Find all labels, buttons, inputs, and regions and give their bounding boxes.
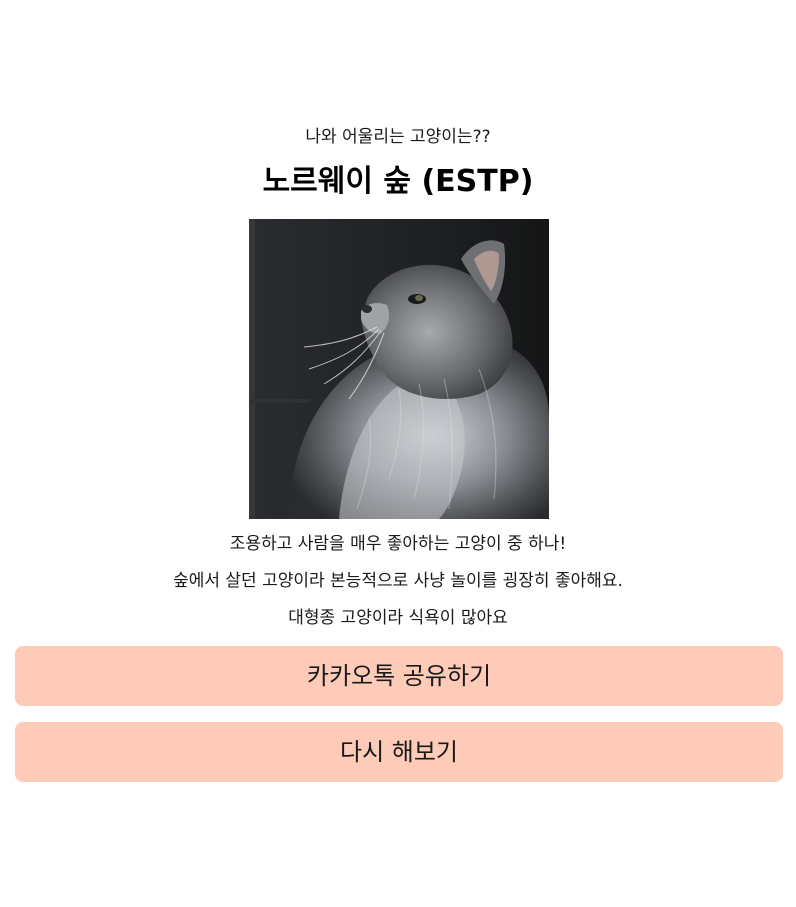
- result-page: 나와 어울리는 고양이는?? 노르웨이 숲 (ESTP) 조용하고 사람을 매우…: [0, 0, 796, 907]
- result-description-line: 조용하고 사람을 매우 좋아하는 고양이 중 하나!: [229, 534, 567, 554]
- kakao-share-button[interactable]: 카카오톡 공유하기: [15, 646, 783, 706]
- retry-button[interactable]: 다시 해보기: [15, 722, 783, 782]
- result-description-line: 숲에서 살던 고양이라 본능적으로 사냥 놀이를 굉장히 좋아해요.: [173, 571, 623, 591]
- cat-image: [249, 219, 549, 519]
- result-title: 노르웨이 숲 (ESTP): [262, 164, 534, 199]
- result-description-line: 대형종 고양이라 식욕이 많아요: [288, 608, 508, 628]
- result-subtitle: 나와 어울리는 고양이는??: [305, 127, 491, 147]
